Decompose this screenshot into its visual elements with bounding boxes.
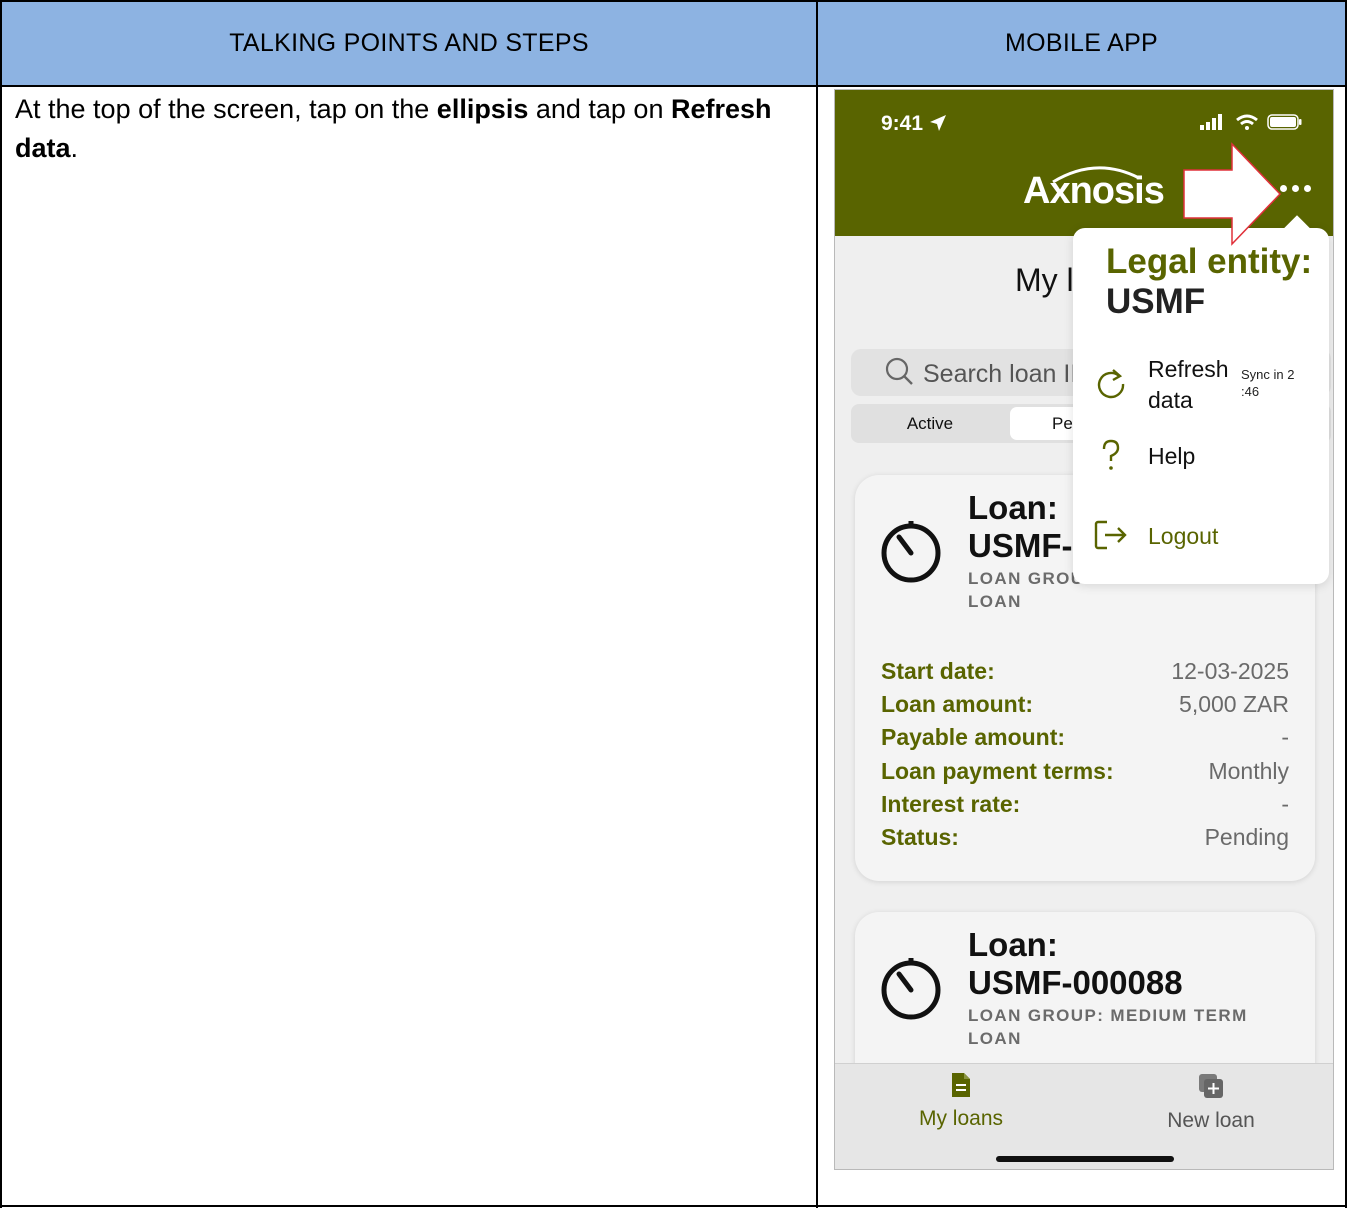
location-arrow-icon: [929, 115, 946, 131]
detail-label: Loan amount:: [881, 691, 1034, 717]
logout-icon: [1094, 520, 1127, 550]
detail-value: Pending: [1204, 824, 1289, 850]
detail-label: Payable amount:: [881, 724, 1066, 750]
detail-label: Interest rate:: [881, 791, 1021, 817]
step-text-1: At the top of the screen, tap on the: [15, 94, 437, 124]
logout-label: Logout: [1148, 523, 1219, 549]
legal-entity-value: USMF: [1106, 282, 1206, 321]
detail-label: Status:: [881, 824, 959, 850]
step-text-2: and tap on: [528, 94, 671, 124]
loan-title-line2: USMF-000088: [968, 964, 1183, 1001]
step-bold-ellipsis: ellipsis: [436, 94, 529, 124]
table-border-left: [0, 0, 2, 1208]
callout-arrow-icon: [1183, 142, 1282, 246]
wifi-icon: [1235, 114, 1258, 130]
nav-new-loan[interactable]: New loan: [1131, 1072, 1291, 1133]
status-icons: [1200, 114, 1303, 135]
search-icon: [885, 357, 913, 385]
stopwatch-icon: [881, 958, 941, 1020]
question-mark-icon: [1102, 439, 1120, 470]
status-time-text: 9:41: [881, 112, 924, 135]
loan-title-line1: Loan:: [968, 489, 1058, 526]
bottom-navigation: My loans New loan: [835, 1063, 1333, 1169]
refresh-label-line1: Refresh: [1148, 356, 1229, 382]
nav-new-loan-label: New loan: [1167, 1109, 1255, 1132]
home-indicator: [996, 1156, 1174, 1162]
loan-group-line1: LOAN GROU: [968, 569, 1085, 588]
signal-icon: [1200, 114, 1223, 130]
sync-line1: Sync in 2: [1241, 367, 1295, 382]
add-copy-icon: [1199, 1074, 1223, 1098]
status-time: 9:41: [881, 112, 947, 136]
loan-title-line1: Loan:: [968, 926, 1058, 963]
battery-icon: [1267, 114, 1302, 130]
step-text-3: .: [70, 133, 79, 163]
loan-title-line2: USMF-: [968, 527, 1073, 564]
search-placeholder: Search loan II: [923, 360, 1078, 388]
detail-value: Monthly: [1208, 758, 1289, 784]
menu-item-refresh-data[interactable]: Refresh data Sync in 2 :46: [1093, 354, 1323, 418]
detail-value: -: [1281, 791, 1289, 817]
ellipsis-dropdown-menu: Legal entity: USMF Refresh data Sync in …: [1073, 215, 1329, 584]
help-label: Help: [1148, 443, 1196, 469]
phone-screenshot: 9:41 Axnosis My l Search loan II Active: [834, 89, 1334, 1170]
step-instructions: At the top of the screen, tap on the ell…: [15, 90, 805, 168]
tab-active[interactable]: Active: [851, 404, 1009, 443]
loan-group-line2: LOAN: [968, 1029, 1022, 1048]
detail-label: Start date:: [881, 658, 995, 684]
menu-item-help[interactable]: Help: [1093, 438, 1323, 478]
header-talking-points: TALKING POINTS AND STEPS: [1, 1, 817, 86]
detail-label: Loan payment terms:: [881, 758, 1114, 784]
detail-row-payable-amount: Payable amount: -: [881, 724, 1289, 757]
document-table: TALKING POINTS AND STEPS MOBILE APP At t…: [0, 0, 1347, 1208]
loan-group-line1: LOAN GROUP: MEDIUM TERM: [968, 1006, 1248, 1025]
app-logo: Axnosis: [1023, 170, 1165, 212]
document-icon: [952, 1073, 970, 1097]
detail-row-status: Status: Pending: [881, 824, 1289, 857]
detail-row-payment-terms: Loan payment terms: Monthly: [881, 758, 1289, 791]
ellipsis-dot: [1304, 185, 1311, 192]
sync-line2: :46: [1241, 384, 1260, 399]
detail-row-start-date: Start date: 12-03-2025: [881, 658, 1289, 691]
sync-countdown: Sync in 2 :46: [1241, 366, 1311, 400]
detail-value: 5,000 ZAR: [1179, 691, 1289, 717]
refresh-label-line2: data: [1148, 387, 1193, 413]
header-mobile-app: MOBILE APP: [817, 1, 1346, 86]
ellipsis-dot: [1292, 185, 1299, 192]
detail-value: 12-03-2025: [1171, 658, 1289, 684]
detail-row-interest-rate: Interest rate: -: [881, 791, 1289, 824]
nav-my-loans-label: My loans: [918, 1107, 1004, 1130]
refresh-icon: [1097, 369, 1125, 399]
table-header-divider: [0, 85, 1347, 87]
stopwatch-icon: [881, 521, 941, 583]
page-title: My l: [1015, 262, 1074, 298]
ellipsis-menu-button[interactable]: [1278, 178, 1318, 198]
menu-item-logout[interactable]: Logout: [1093, 518, 1323, 558]
nav-my-loans[interactable]: My loans: [881, 1072, 1041, 1131]
detail-row-loan-amount: Loan amount: 5,000 ZAR: [881, 691, 1289, 724]
table-border-bottom: [0, 1205, 1347, 1207]
table-border-top: [0, 0, 1347, 2]
detail-value: -: [1281, 724, 1289, 750]
loan-group-line2: LOAN: [968, 592, 1022, 611]
table-column-divider: [816, 0, 818, 1208]
